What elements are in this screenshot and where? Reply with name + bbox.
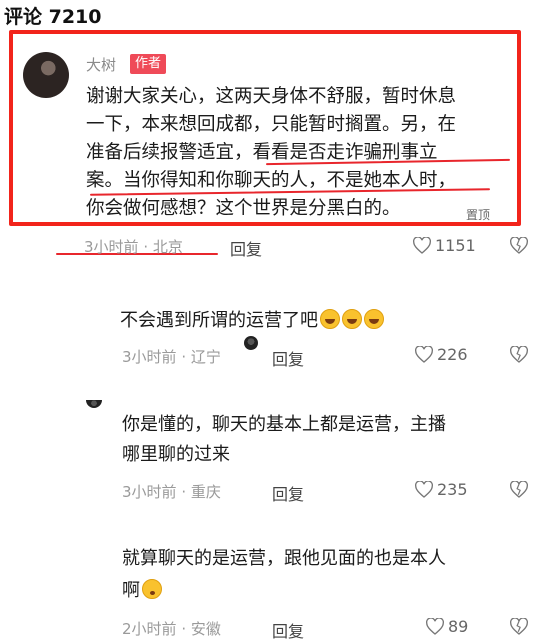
reply-button[interactable]: 回复 (272, 481, 304, 505)
reply-text-line-with-emoji: 啊 (122, 578, 162, 604)
heart-icon (413, 237, 431, 254)
author-badge: 作者 (130, 54, 166, 74)
comments-title: 评论 7210 (4, 6, 102, 28)
reply-time: 3小时前 (122, 483, 177, 501)
laughing-crying-emoji-icon (342, 309, 362, 329)
reply-button[interactable]: 回复 (230, 236, 262, 260)
like-button[interactable]: 89 (426, 617, 468, 636)
comment-meta: 3小时前 · 北京 (84, 236, 183, 257)
like-button[interactable]: 226 (415, 345, 468, 364)
reply-text-line: 你是懂的，聊天的基本上都是运营，主播 (122, 414, 446, 435)
heart-icon (415, 346, 433, 363)
meta-separator: · (181, 483, 187, 501)
laughing-crying-emoji-icon (364, 309, 384, 329)
reply-text-line: 就算聊天的是运营，跟他见面的也是本人 (122, 548, 446, 569)
broken-heart-icon[interactable] (510, 237, 528, 254)
reply-button[interactable]: 回复 (272, 618, 304, 642)
reply-text-line: 啊 (122, 580, 140, 601)
meta-separator: · (181, 348, 187, 366)
reply-button[interactable]: 回复 (272, 346, 304, 370)
reply-meta: 2小时前 · 安徽 (122, 618, 221, 639)
reply-meta: 3小时前 · 重庆 (122, 481, 221, 502)
like-button[interactable]: 235 (415, 480, 468, 499)
reply-location: 安徽 (190, 620, 221, 638)
comment-text-line: 你会做何感想？这个世界是分黑白的。 (86, 198, 401, 219)
like-count: 235 (437, 480, 468, 499)
reply-comment-text: 不会遇到所谓的运营了吧 (120, 308, 384, 334)
laughing-crying-emoji-icon (320, 309, 340, 329)
comment-location: 北京 (152, 238, 183, 256)
author-avatar[interactable] (23, 52, 69, 98)
like-count: 1151 (435, 236, 476, 255)
reply-text-line: 哪里聊的过来 (122, 444, 230, 465)
meta-separator: · (143, 238, 149, 256)
like-button[interactable]: 1151 (413, 236, 476, 255)
heart-icon (426, 618, 444, 635)
reply-time: 3小时前 (122, 348, 177, 366)
comment-text-line: 谢谢大家关心，这两天身体不舒服，暂时休息 (86, 86, 457, 107)
reply-avatar[interactable] (244, 336, 258, 350)
meta-separator: · (181, 620, 187, 638)
like-count: 89 (448, 617, 469, 636)
reply-time: 2小时前 (122, 620, 177, 638)
comment-username[interactable]: 大树 (86, 54, 116, 75)
flushed-emoji-icon (142, 579, 162, 599)
pinned-tag: 置顶 (466, 208, 491, 222)
reply-location: 辽宁 (190, 348, 221, 366)
reply-avatar[interactable] (86, 400, 102, 408)
broken-heart-icon[interactable] (510, 481, 528, 498)
reply-text-line: 不会遇到所谓的运营了吧 (120, 310, 318, 331)
reply-location: 重庆 (190, 483, 221, 501)
broken-heart-icon[interactable] (510, 618, 528, 635)
reply-meta: 3小时前 · 辽宁 (122, 346, 221, 367)
heart-icon (415, 481, 433, 498)
comment-text-line: 一下，本来想回成都，只能暂时搁置。另，在 (86, 114, 457, 135)
broken-heart-icon[interactable] (510, 346, 528, 363)
comment-time: 3小时前 (84, 238, 139, 256)
like-count: 226 (437, 345, 468, 364)
